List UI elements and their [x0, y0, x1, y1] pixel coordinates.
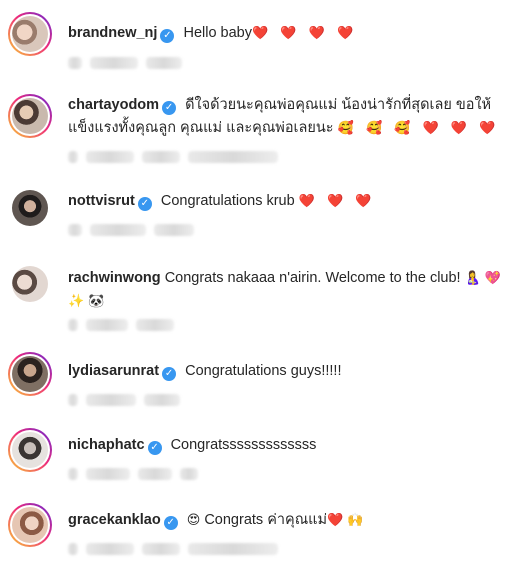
- avatar[interactable]: [8, 94, 52, 138]
- comment-text: Congrats ค่าคุณแม่: [204, 512, 328, 528]
- heart-emoji: ❤️ ❤️ ❤️ ❤️: [251, 26, 358, 41]
- username[interactable]: chartayodom: [68, 97, 159, 113]
- verified-check-icon: ✓: [160, 29, 175, 43]
- comment-text: Hello baby: [183, 25, 252, 41]
- avatar[interactable]: [8, 262, 52, 306]
- avatar[interactable]: [8, 186, 52, 230]
- avatar[interactable]: [8, 352, 52, 396]
- emoji-reactions: 🥰 🥰 🥰 ❤️ ❤️ ❤️: [337, 121, 500, 136]
- username[interactable]: nichaphatc: [68, 437, 145, 453]
- comment-text: Congratsssssssssssss: [170, 437, 317, 453]
- verified-check-icon: ✓: [163, 516, 178, 530]
- username[interactable]: nottvisrut: [68, 193, 135, 209]
- comment-meta: [68, 467, 198, 481]
- verified-check-icon: ✓: [137, 197, 152, 211]
- comment-meta: [68, 150, 278, 164]
- username[interactable]: brandnew_nj: [68, 25, 157, 41]
- comment-meta: [68, 223, 194, 237]
- avatar[interactable]: [8, 12, 52, 56]
- heart-emoji: ❤️ ❤️ ❤️: [298, 194, 376, 209]
- username[interactable]: rachwinwong: [68, 270, 161, 286]
- comment-text: Congratulations krub: [160, 193, 295, 209]
- heart-eyes-emoji: 😍: [186, 513, 201, 528]
- comment-meta: [68, 393, 180, 407]
- comment-text: Congrats nakaaa n'airin. Welcome to the …: [164, 270, 461, 286]
- verified-check-icon: ✓: [162, 101, 177, 115]
- comment-text: Congratulations guys!!!!!: [185, 363, 342, 379]
- comment-meta: [68, 542, 278, 556]
- comment-meta: [68, 56, 182, 70]
- avatar[interactable]: [8, 428, 52, 472]
- emoji-reactions: ❤️ 🙌: [327, 513, 364, 528]
- verified-check-icon: ✓: [147, 441, 162, 455]
- username[interactable]: lydiasarunrat: [68, 363, 159, 379]
- comment-meta: [68, 318, 174, 332]
- avatar[interactable]: [8, 503, 52, 547]
- verified-check-icon: ✓: [162, 367, 177, 381]
- username[interactable]: gracekanklao: [68, 512, 161, 528]
